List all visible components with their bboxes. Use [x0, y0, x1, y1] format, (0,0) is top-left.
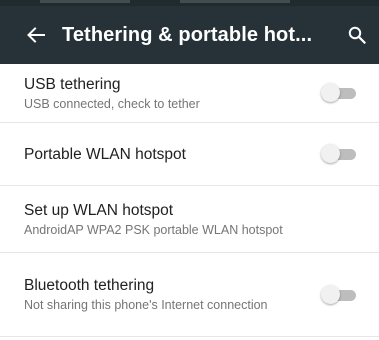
setting-summary: USB connected, check to tether: [24, 96, 200, 111]
setting-title: USB tethering: [24, 75, 121, 93]
portable-wlan-hotspot-switch[interactable]: [319, 143, 359, 165]
arrow-back-icon: [27, 27, 45, 43]
page-title: Tethering & portable hot...: [62, 23, 313, 46]
setting-title: Set up WLAN hotspot: [24, 201, 174, 219]
search-icon: [348, 26, 366, 44]
setting-setup-wlan-hotspot[interactable]: Set up WLAN hotspot AndroidAP WPA2 PSK p…: [0, 186, 379, 253]
setting-portable-wlan-hotspot[interactable]: Portable WLAN hotspot: [0, 123, 379, 186]
status-bar-blur: [40, 0, 130, 3]
search-button[interactable]: [335, 6, 379, 64]
status-bar: [0, 0, 379, 6]
setting-summary: Not sharing this phone's Internet connec…: [24, 298, 268, 312]
setting-title: Portable WLAN hotspot: [24, 145, 186, 163]
status-bar-blur: [180, 0, 290, 3]
setting-summary: AndroidAP WPA2 PSK portable WLAN hotspot: [24, 222, 283, 237]
app-toolbar: Tethering & portable hot...: [0, 6, 379, 64]
setting-usb-tethering[interactable]: USB tethering USB connected, check to te…: [0, 64, 379, 123]
switch-thumb: [321, 83, 340, 102]
setting-bluetooth-tethering[interactable]: Bluetooth tethering Not sharing this pho…: [0, 253, 379, 337]
back-button[interactable]: [0, 6, 62, 64]
switch-thumb: [321, 284, 340, 304]
usb-tethering-switch[interactable]: [319, 82, 359, 104]
settings-list: USB tethering USB connected, check to te…: [0, 64, 379, 337]
bluetooth-tethering-switch[interactable]: [319, 284, 359, 306]
setting-title: Bluetooth tethering: [24, 277, 155, 294]
switch-thumb: [321, 144, 340, 163]
